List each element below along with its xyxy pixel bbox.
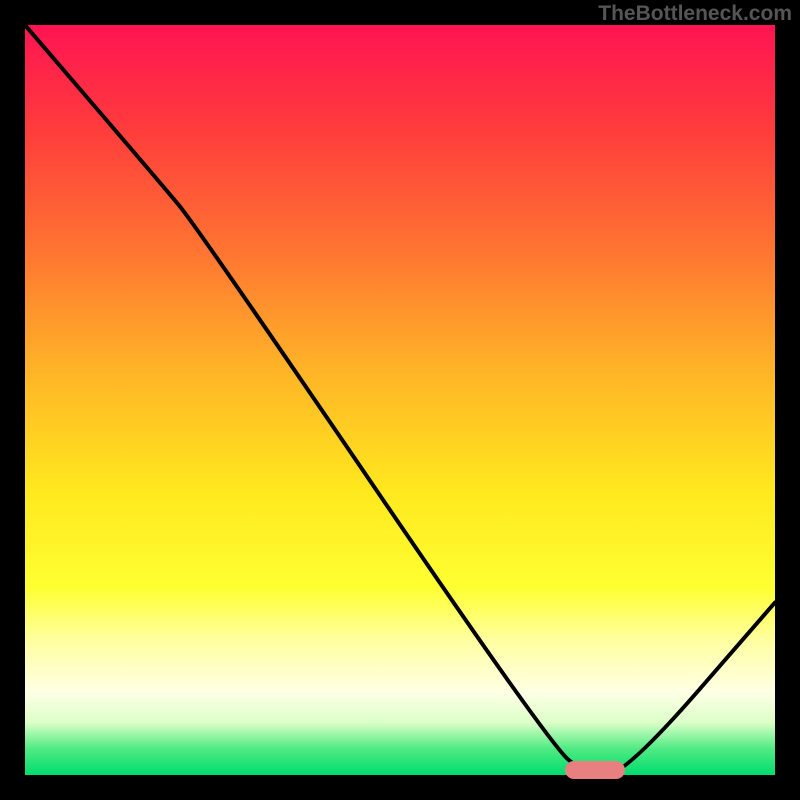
optimal-range-marker <box>565 761 625 779</box>
chart-plot-area <box>25 25 775 775</box>
curve-path <box>25 25 775 775</box>
attribution-text: TheBottleneck.com <box>598 2 792 26</box>
bottleneck-curve <box>25 25 775 775</box>
